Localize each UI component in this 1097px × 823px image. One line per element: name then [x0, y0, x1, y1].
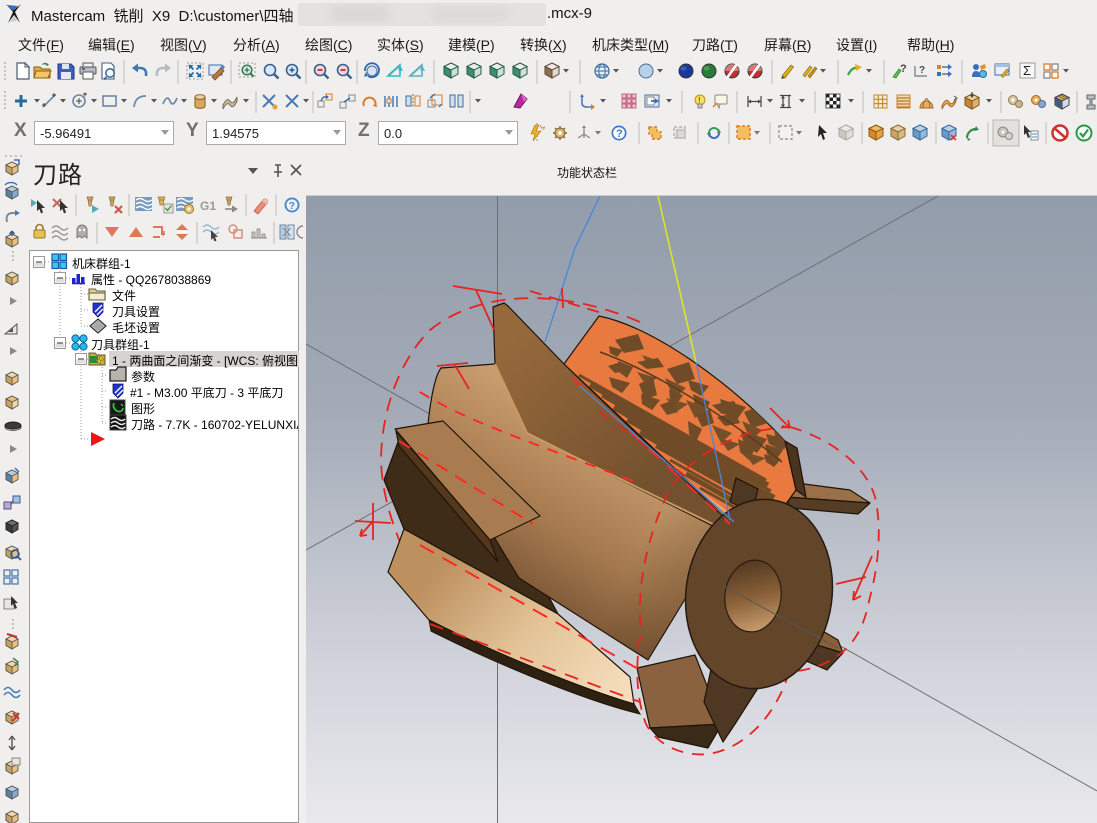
svg-text:Σ: Σ — [1023, 63, 1031, 78]
svg-text:?: ? — [616, 128, 623, 140]
svg-text:?: ? — [919, 65, 925, 76]
svg-text:?: ? — [900, 63, 907, 75]
svg-text:?: ? — [289, 200, 295, 212]
svg-text:G1: G1 — [200, 199, 216, 213]
svg-text:!: ! — [698, 96, 701, 105]
